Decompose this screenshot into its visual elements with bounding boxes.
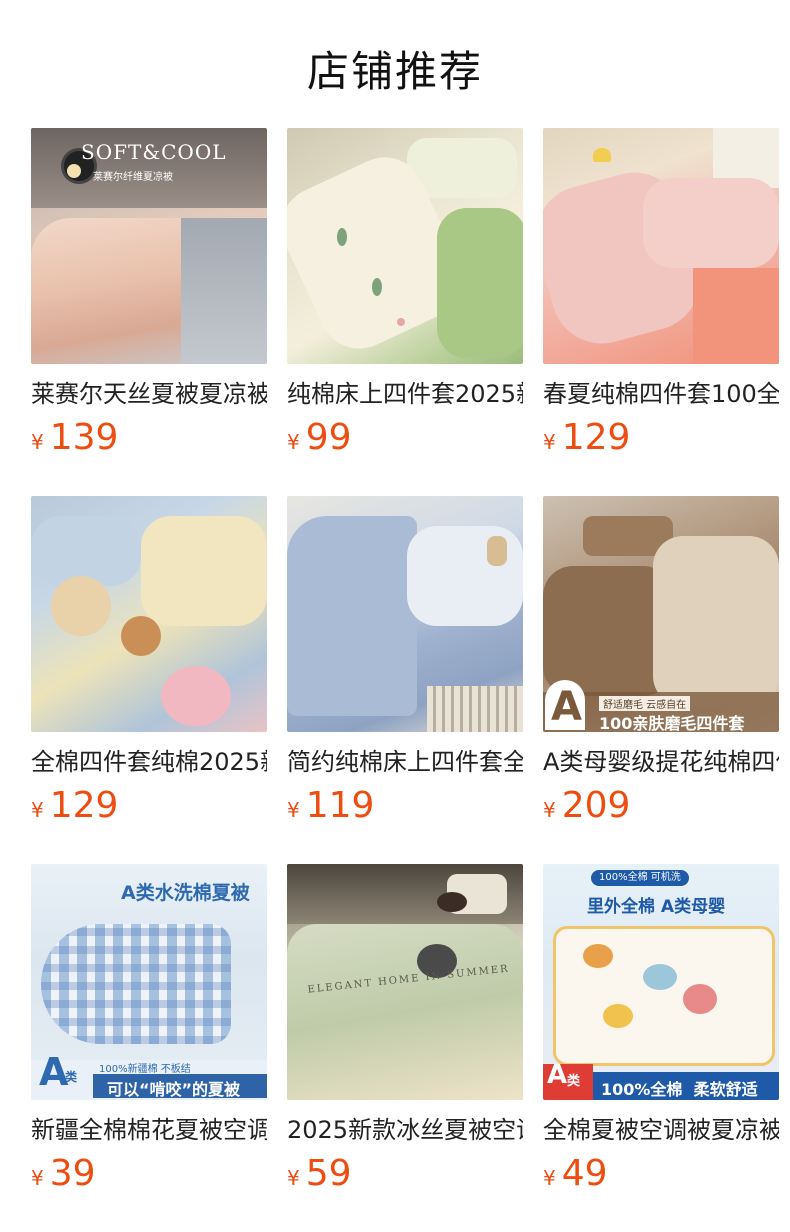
product-image[interactable]: SOFT&COOL 莱赛尔纤维夏凉被	[31, 128, 267, 364]
overlay-tag: 100%新疆棉 不板结	[99, 1064, 191, 1075]
product-name[interactable]: 简约纯棉床上四件套全棉	[287, 745, 523, 779]
price-value: 119	[305, 785, 375, 826]
product-name[interactable]: 春夏纯棉四件套100全棉	[543, 377, 779, 411]
product-price: ¥209	[543, 784, 630, 828]
grade-badge-suffix: 类	[567, 1074, 581, 1089]
product-price: ¥59	[287, 1152, 352, 1196]
grade-badge-suffix: 类	[65, 1070, 78, 1084]
overlay-tag: 舒适磨毛 云感自在	[599, 696, 691, 711]
price-value: 139	[49, 417, 119, 458]
overlay-banner: 100亲肤磨毛四件套	[599, 714, 745, 732]
product-price: ¥129	[31, 784, 118, 828]
product-card[interactable]: 春夏纯棉四件套100全棉 ¥129	[543, 128, 779, 458]
product-name[interactable]: 2025新款冰丝夏被空调被	[287, 1113, 523, 1147]
product-card[interactable]: 纯棉床上四件套2025新款 ¥99	[287, 128, 523, 458]
product-card[interactable]: A 舒适磨毛 云感自在 100亲肤磨毛四件套 A类母婴级提花纯棉四件套 ¥209	[543, 496, 779, 826]
overlay-top: A类水洗棉夏被	[121, 882, 250, 904]
product-image[interactable]	[287, 496, 523, 732]
price-value: 59	[305, 1153, 352, 1194]
currency-symbol: ¥	[543, 798, 556, 822]
product-card[interactable]: 100%全棉 可机洗 里外全棉 A类母婴 A 类 100%全棉 柔软舒适 全棉夏…	[543, 864, 779, 1194]
overlay-banner: 可以“啃咬”的夏被	[107, 1080, 241, 1099]
product-image[interactable]: 100%全棉 可机洗 里外全棉 A类母婴 A 类 100%全棉 柔软舒适	[543, 864, 779, 1100]
product-image[interactable]: A 舒适磨毛 云感自在 100亲肤磨毛四件套	[543, 496, 779, 732]
price-value: 99	[305, 417, 352, 458]
overlay-banner: 100%全棉 柔软舒适	[601, 1080, 758, 1099]
overlay-top: 里外全棉 A类母婴	[587, 897, 726, 917]
overlay-title: SOFT&COOL	[81, 140, 227, 164]
product-name[interactable]: 新疆全棉棉花夏被空调被	[31, 1113, 267, 1147]
page-title: 店铺推荐	[306, 47, 483, 96]
product-card[interactable]: ELEGANT HOME IN SUMMER 2025新款冰丝夏被空调被 ¥59	[287, 864, 523, 1194]
price-value: 209	[561, 785, 631, 826]
currency-symbol: ¥	[543, 1166, 556, 1190]
product-image[interactable]	[31, 496, 267, 732]
currency-symbol: ¥	[287, 1166, 300, 1190]
product-price: ¥99	[287, 416, 352, 460]
product-price: ¥139	[31, 416, 118, 460]
currency-symbol: ¥	[543, 430, 556, 454]
product-card[interactable]: SOFT&COOL 莱赛尔纤维夏凉被 莱赛尔天丝夏被夏凉被 ¥139	[31, 128, 267, 458]
price-value: 129	[561, 417, 631, 458]
product-card[interactable]: 全棉四件套纯棉2025新款 ¥129	[31, 496, 267, 826]
grade-badge: A	[39, 1050, 69, 1094]
product-image[interactable]: A类水洗棉夏被 A 类 100%新疆棉 不板结 可以“啃咬”的夏被	[31, 864, 267, 1100]
product-name[interactable]: 全棉夏被空调被夏凉被	[543, 1113, 779, 1147]
overlay-chip: 100%全棉 可机洗	[591, 870, 689, 886]
product-name[interactable]: A类母婴级提花纯棉四件套	[543, 745, 779, 779]
product-name[interactable]: 莱赛尔天丝夏被夏凉被	[31, 377, 267, 411]
price-value: 39	[49, 1153, 96, 1194]
price-value: 129	[49, 785, 119, 826]
currency-symbol: ¥	[31, 798, 44, 822]
product-image[interactable]	[287, 128, 523, 364]
product-price: ¥119	[287, 784, 374, 828]
currency-symbol: ¥	[31, 430, 44, 454]
product-card[interactable]: A类水洗棉夏被 A 类 100%新疆棉 不板结 可以“啃咬”的夏被 新疆全棉棉花…	[31, 864, 267, 1194]
currency-symbol: ¥	[287, 798, 300, 822]
grade-badge: A	[547, 1060, 568, 1090]
currency-symbol: ¥	[287, 430, 300, 454]
product-price: ¥49	[543, 1152, 608, 1196]
product-name[interactable]: 纯棉床上四件套2025新款	[287, 377, 523, 411]
price-value: 49	[561, 1153, 608, 1194]
overlay-subtitle: 莱赛尔纤维夏凉被	[93, 172, 173, 183]
product-image[interactable]	[543, 128, 779, 364]
currency-symbol: ¥	[31, 1166, 44, 1190]
product-price: ¥39	[31, 1152, 96, 1196]
product-card[interactable]: 简约纯棉床上四件套全棉 ¥119	[287, 496, 523, 826]
product-name[interactable]: 全棉四件套纯棉2025新款	[31, 745, 267, 779]
product-price: ¥129	[543, 416, 630, 460]
product-image[interactable]: ELEGANT HOME IN SUMMER	[287, 864, 523, 1100]
grade-badge: A	[551, 684, 582, 730]
